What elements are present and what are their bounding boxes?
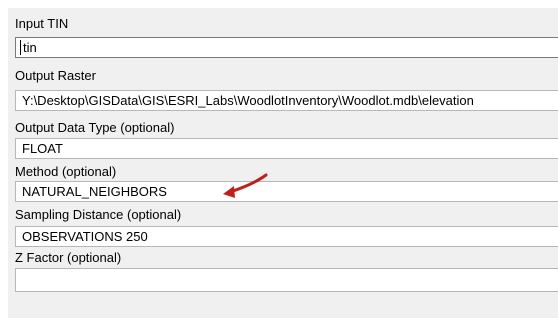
method-field[interactable]: NATURAL_NEIGHBORS <box>15 181 558 202</box>
method-value: NATURAL_NEIGHBORS <box>22 184 167 199</box>
sampling-distance-value: OBSERVATIONS 250 <box>22 229 148 244</box>
input-tin-label: Input TIN <box>15 16 69 31</box>
output-raster-value: Y:\Desktop\GISData\GIS\ESRI_Labs\Woodlot… <box>22 93 474 108</box>
input-tin-value: tin <box>23 40 37 55</box>
output-data-type-value: FLOAT <box>22 141 63 156</box>
text-caret <box>20 40 21 55</box>
red-arrow-icon <box>223 173 268 198</box>
output-data-type-label: Output Data Type (optional) <box>15 120 175 135</box>
method-label: Method (optional) <box>15 164 117 179</box>
z-factor-label: Z Factor (optional) <box>15 250 122 265</box>
output-raster-field[interactable]: Y:\Desktop\GISData\GIS\ESRI_Labs\Woodlot… <box>15 90 558 111</box>
z-factor-field[interactable] <box>15 268 558 292</box>
sampling-distance-field[interactable]: OBSERVATIONS 250 <box>15 226 558 247</box>
output-data-type-field[interactable]: FLOAT <box>15 138 558 159</box>
output-raster-label: Output Raster <box>15 68 96 83</box>
arrow-head <box>223 186 235 198</box>
sampling-distance-label: Sampling Distance (optional) <box>15 207 182 222</box>
arrow-shaft <box>228 173 268 194</box>
input-tin-field[interactable]: tin <box>15 37 558 58</box>
